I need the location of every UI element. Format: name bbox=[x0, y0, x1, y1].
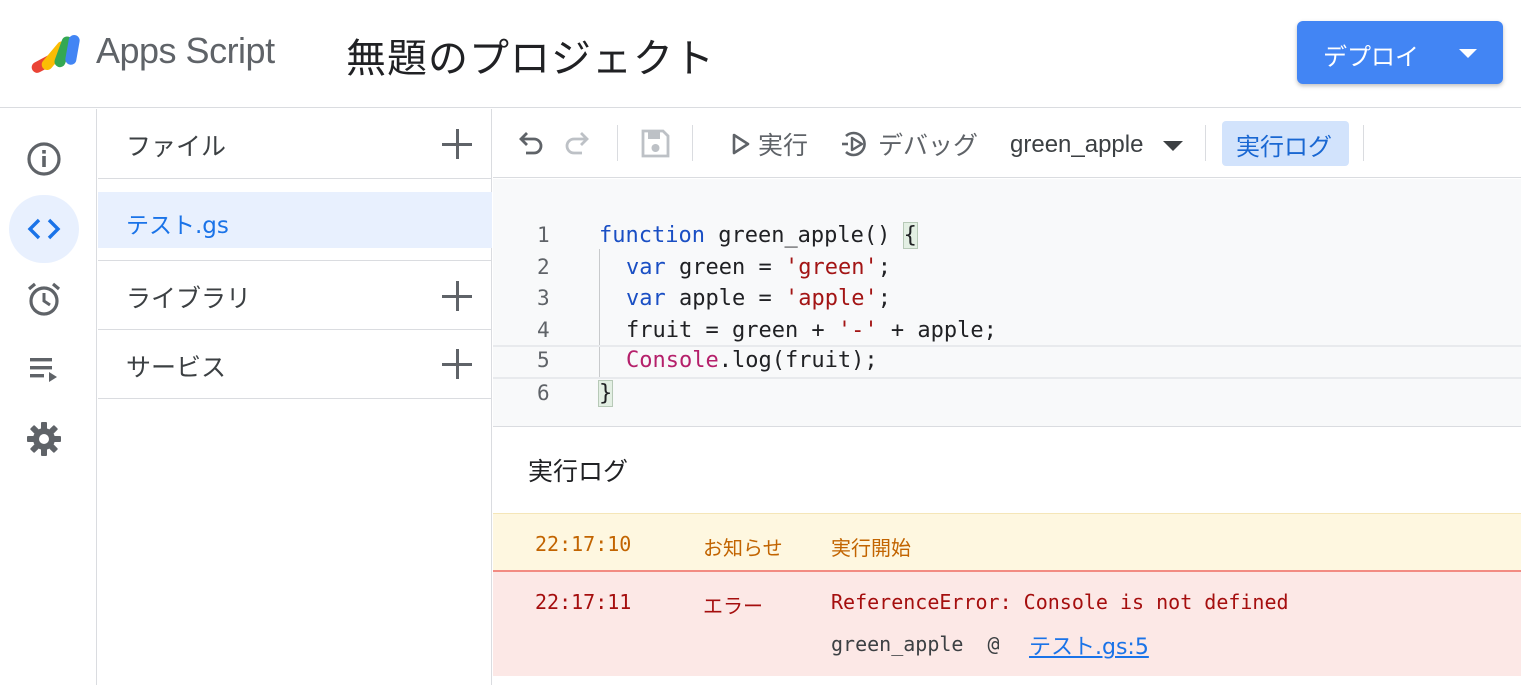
execution-log-toggle-label: 実行ログ bbox=[1236, 133, 1332, 161]
debug-icon bbox=[842, 131, 866, 157]
services-label: サービス bbox=[126, 353, 227, 382]
rail-item-editor[interactable] bbox=[9, 195, 79, 263]
code-token: var bbox=[626, 255, 666, 280]
rail-item-triggers[interactable] bbox=[9, 265, 79, 333]
log-message: 実行開始 bbox=[831, 536, 911, 560]
redo-icon[interactable] bbox=[561, 126, 595, 160]
code-token: + apple; bbox=[877, 318, 997, 343]
code-line[interactable]: 3 var apple = 'apple'; bbox=[493, 284, 1521, 315]
app-name[interactable]: Apps Script bbox=[96, 30, 275, 72]
execution-log-toggle[interactable]: 実行ログ bbox=[1222, 121, 1349, 166]
undo-icon[interactable] bbox=[513, 126, 547, 160]
code-token: green_apple() bbox=[704, 223, 904, 248]
nav-rail bbox=[0, 109, 97, 685]
code-token: Console bbox=[626, 348, 719, 373]
code-icon bbox=[27, 218, 61, 240]
code-line-current[interactable]: 5 Console.log(fruit); bbox=[493, 345, 1521, 379]
log-time: 22:17:10 bbox=[535, 532, 632, 556]
code-token: apple = bbox=[665, 286, 785, 311]
editor-toolbar: 実行 デバッグ green_apple 実行ログ bbox=[493, 109, 1521, 178]
code-line[interactable]: 1 function green_apple() { bbox=[493, 221, 1521, 252]
add-service-icon[interactable] bbox=[442, 349, 472, 379]
code-token: var bbox=[626, 286, 666, 311]
info-icon bbox=[27, 142, 61, 176]
log-message: ReferenceError: Console is not defined bbox=[831, 590, 1289, 614]
code-token: green = bbox=[665, 255, 785, 280]
executions-icon bbox=[30, 358, 57, 382]
code-editor[interactable]: 1 function green_apple() { 2 var green =… bbox=[493, 179, 1521, 427]
code-token: { bbox=[902, 222, 918, 249]
libraries-label: ライブラリ bbox=[126, 284, 252, 313]
play-icon bbox=[732, 133, 750, 155]
log-time: 22:17:11 bbox=[535, 590, 632, 614]
deploy-button[interactable]: デプロイ bbox=[1297, 21, 1503, 84]
apps-script-logo-icon[interactable] bbox=[28, 26, 88, 74]
chevron-down-icon bbox=[1459, 49, 1477, 58]
code-line[interactable]: 4 fruit = green + '-' + apple; bbox=[493, 316, 1521, 347]
add-file-icon[interactable] bbox=[442, 129, 472, 159]
code-token: '-' bbox=[837, 318, 878, 343]
code-line[interactable]: 2 var green = 'green'; bbox=[493, 253, 1521, 284]
execution-log-panel: 実行ログ 22:17:10 お知らせ 実行開始 22:17:11 エラー Ref… bbox=[493, 428, 1521, 685]
rail-item-executions[interactable] bbox=[9, 335, 79, 403]
code-token: 'green' bbox=[784, 255, 878, 280]
app-header: Apps Script 無題のプロジェクト デプロイ bbox=[0, 0, 1521, 108]
services-section: サービス bbox=[98, 330, 492, 399]
alarm-icon bbox=[27, 282, 61, 316]
line-number: 1 bbox=[537, 223, 550, 247]
log-level: お知らせ bbox=[703, 536, 783, 560]
toolbar-divider bbox=[692, 125, 693, 161]
code-line[interactable]: 6 } bbox=[493, 379, 1521, 410]
deploy-button-label: デプロイ bbox=[1323, 43, 1419, 71]
file-item-test-gs[interactable]: テスト.gs bbox=[98, 192, 492, 248]
toolbar-divider bbox=[617, 125, 618, 161]
line-number: 5 bbox=[537, 348, 550, 372]
rail-item-settings[interactable] bbox=[9, 405, 79, 473]
code-token: .log(fruit); bbox=[718, 348, 878, 373]
code-token: fruit = green + bbox=[626, 318, 838, 343]
line-number: 3 bbox=[537, 286, 550, 310]
log-entry-info: 22:17:10 お知らせ 実行開始 bbox=[493, 513, 1521, 570]
line-number: 2 bbox=[537, 255, 550, 279]
files-panel: ファイル テスト.gs ライブラリ サービス bbox=[98, 109, 492, 685]
line-number: 6 bbox=[537, 381, 550, 405]
project-title[interactable]: 無題のプロジェクト bbox=[346, 26, 715, 84]
files-section-header: ファイル bbox=[98, 109, 492, 179]
log-level: エラー bbox=[703, 594, 763, 618]
chevron-down-icon bbox=[1163, 141, 1183, 151]
log-stack-trace: green_apple @ bbox=[831, 632, 1000, 656]
files-label: ファイル bbox=[126, 132, 227, 161]
rail-item-overview[interactable] bbox=[9, 125, 79, 193]
libraries-section: ライブラリ bbox=[98, 260, 492, 330]
line-number: 4 bbox=[537, 318, 550, 342]
code-token: ; bbox=[877, 286, 891, 311]
debug-label: デバッグ bbox=[878, 131, 979, 160]
save-icon[interactable] bbox=[638, 126, 672, 160]
add-library-icon[interactable] bbox=[442, 281, 472, 311]
execution-log-title: 実行ログ bbox=[528, 457, 629, 486]
file-name: テスト.gs bbox=[126, 213, 229, 239]
code-token: 'apple' bbox=[784, 286, 878, 311]
code-token: function bbox=[599, 223, 705, 248]
log-source-link[interactable]: テスト.gs:5 bbox=[1029, 629, 1149, 661]
run-label: 実行 bbox=[758, 131, 809, 160]
log-entry-error: 22:17:11 エラー ReferenceError: Console is … bbox=[493, 570, 1521, 676]
code-token: ; bbox=[877, 255, 891, 280]
toolbar-divider bbox=[1363, 125, 1364, 161]
code-token: } bbox=[597, 380, 614, 407]
toolbar-divider bbox=[1205, 125, 1206, 161]
gear-icon bbox=[27, 422, 61, 456]
function-select-value: green_apple bbox=[1010, 131, 1144, 158]
